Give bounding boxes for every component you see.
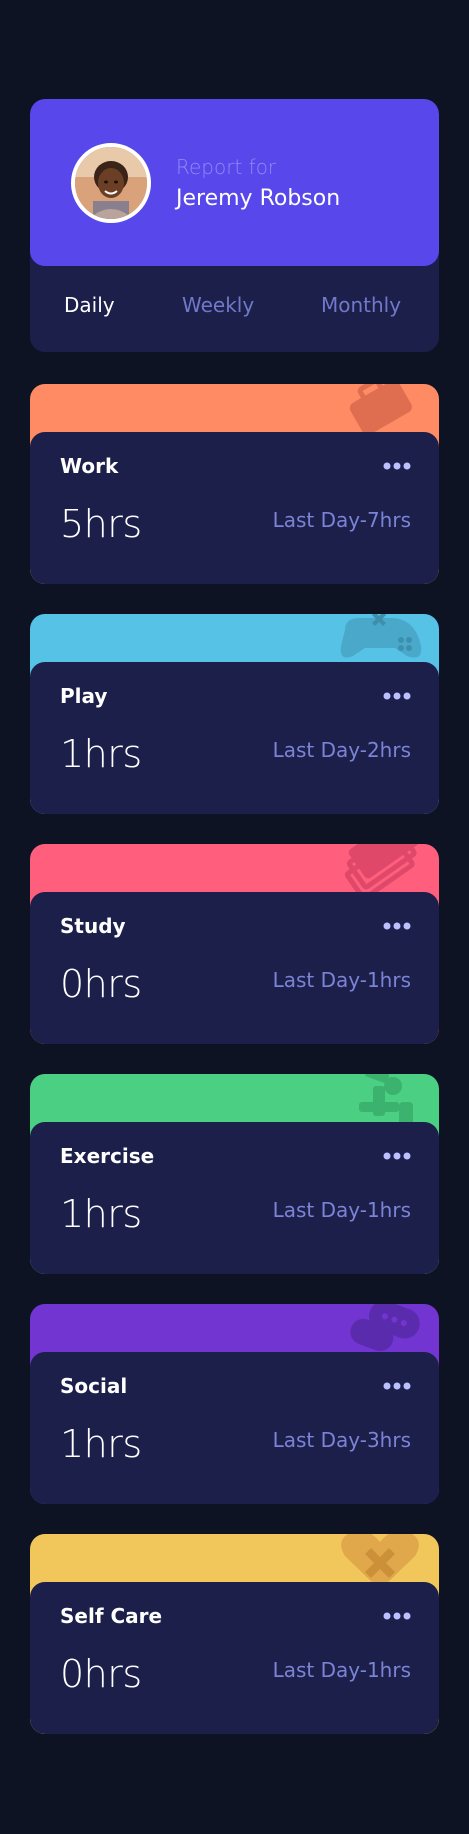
previous-hours: Last Day-1hrs (272, 1198, 411, 1222)
current-hours: 1hrs (60, 1422, 142, 1466)
tab-monthly[interactable]: Monthly (321, 293, 401, 317)
timeframe-tabs: Daily Weekly Monthly (30, 266, 439, 352)
tab-weekly[interactable]: Weekly (182, 293, 254, 317)
activity-card-self-care: Self Care 0hrs Last Day-1hrs (30, 1534, 439, 1734)
profile-card: Report for Jeremy Robson Daily Weekly Mo… (30, 99, 439, 352)
activity-card-exercise: Exercise 1hrs Last Day-1hrs (30, 1074, 439, 1274)
activity-card-play: Play 1hrs Last Day-2hrs (30, 614, 439, 814)
activity-title: Exercise (60, 1144, 155, 1168)
previous-hours: Last Day-2hrs (272, 738, 411, 762)
activity-card-study: Study 0hrs Last Day-1hrs (30, 844, 439, 1044)
activity-title: Social (60, 1374, 128, 1398)
activity-card-body: Self Care 0hrs Last Day-1hrs (30, 1582, 439, 1734)
activity-card-work: Work 5hrs Last Day-7hrs (30, 384, 439, 584)
more-options-icon[interactable] (383, 1382, 411, 1390)
more-options-icon[interactable] (383, 462, 411, 470)
current-hours: 0hrs (60, 962, 142, 1006)
current-hours: 5hrs (60, 502, 142, 546)
user-name: Jeremy Robson (176, 186, 341, 211)
current-hours: 0hrs (60, 1652, 142, 1696)
avatar-image (75, 147, 147, 219)
profile-header: Report for Jeremy Robson (30, 99, 439, 266)
activity-title: Study (60, 914, 126, 938)
more-options-icon[interactable] (383, 1612, 411, 1620)
more-options-icon[interactable] (383, 922, 411, 930)
activity-card-body: Work 5hrs Last Day-7hrs (30, 432, 439, 584)
activity-card-social: Social 1hrs Last Day-3hrs (30, 1304, 439, 1504)
previous-hours: Last Day-1hrs (272, 1658, 411, 1682)
previous-hours: Last Day-3hrs (272, 1428, 411, 1452)
activity-card-body: Social 1hrs Last Day-3hrs (30, 1352, 439, 1504)
current-hours: 1hrs (60, 732, 142, 776)
previous-hours: Last Day-1hrs (272, 968, 411, 992)
previous-hours: Last Day-7hrs (272, 508, 411, 532)
current-hours: 1hrs (60, 1192, 142, 1236)
more-options-icon[interactable] (383, 1152, 411, 1160)
activity-title: Work (60, 454, 119, 478)
activity-card-body: Exercise 1hrs Last Day-1hrs (30, 1122, 439, 1274)
report-for-label: Report for (176, 155, 277, 179)
activity-card-body: Play 1hrs Last Day-2hrs (30, 662, 439, 814)
tab-daily[interactable]: Daily (64, 293, 115, 317)
activity-title: Self Care (60, 1604, 163, 1628)
activity-title: Play (60, 684, 108, 708)
dashboard-page: Report for Jeremy Robson Daily Weekly Mo… (0, 0, 469, 1834)
user-avatar (71, 143, 151, 223)
activity-card-body: Study 0hrs Last Day-1hrs (30, 892, 439, 1044)
more-options-icon[interactable] (383, 692, 411, 700)
